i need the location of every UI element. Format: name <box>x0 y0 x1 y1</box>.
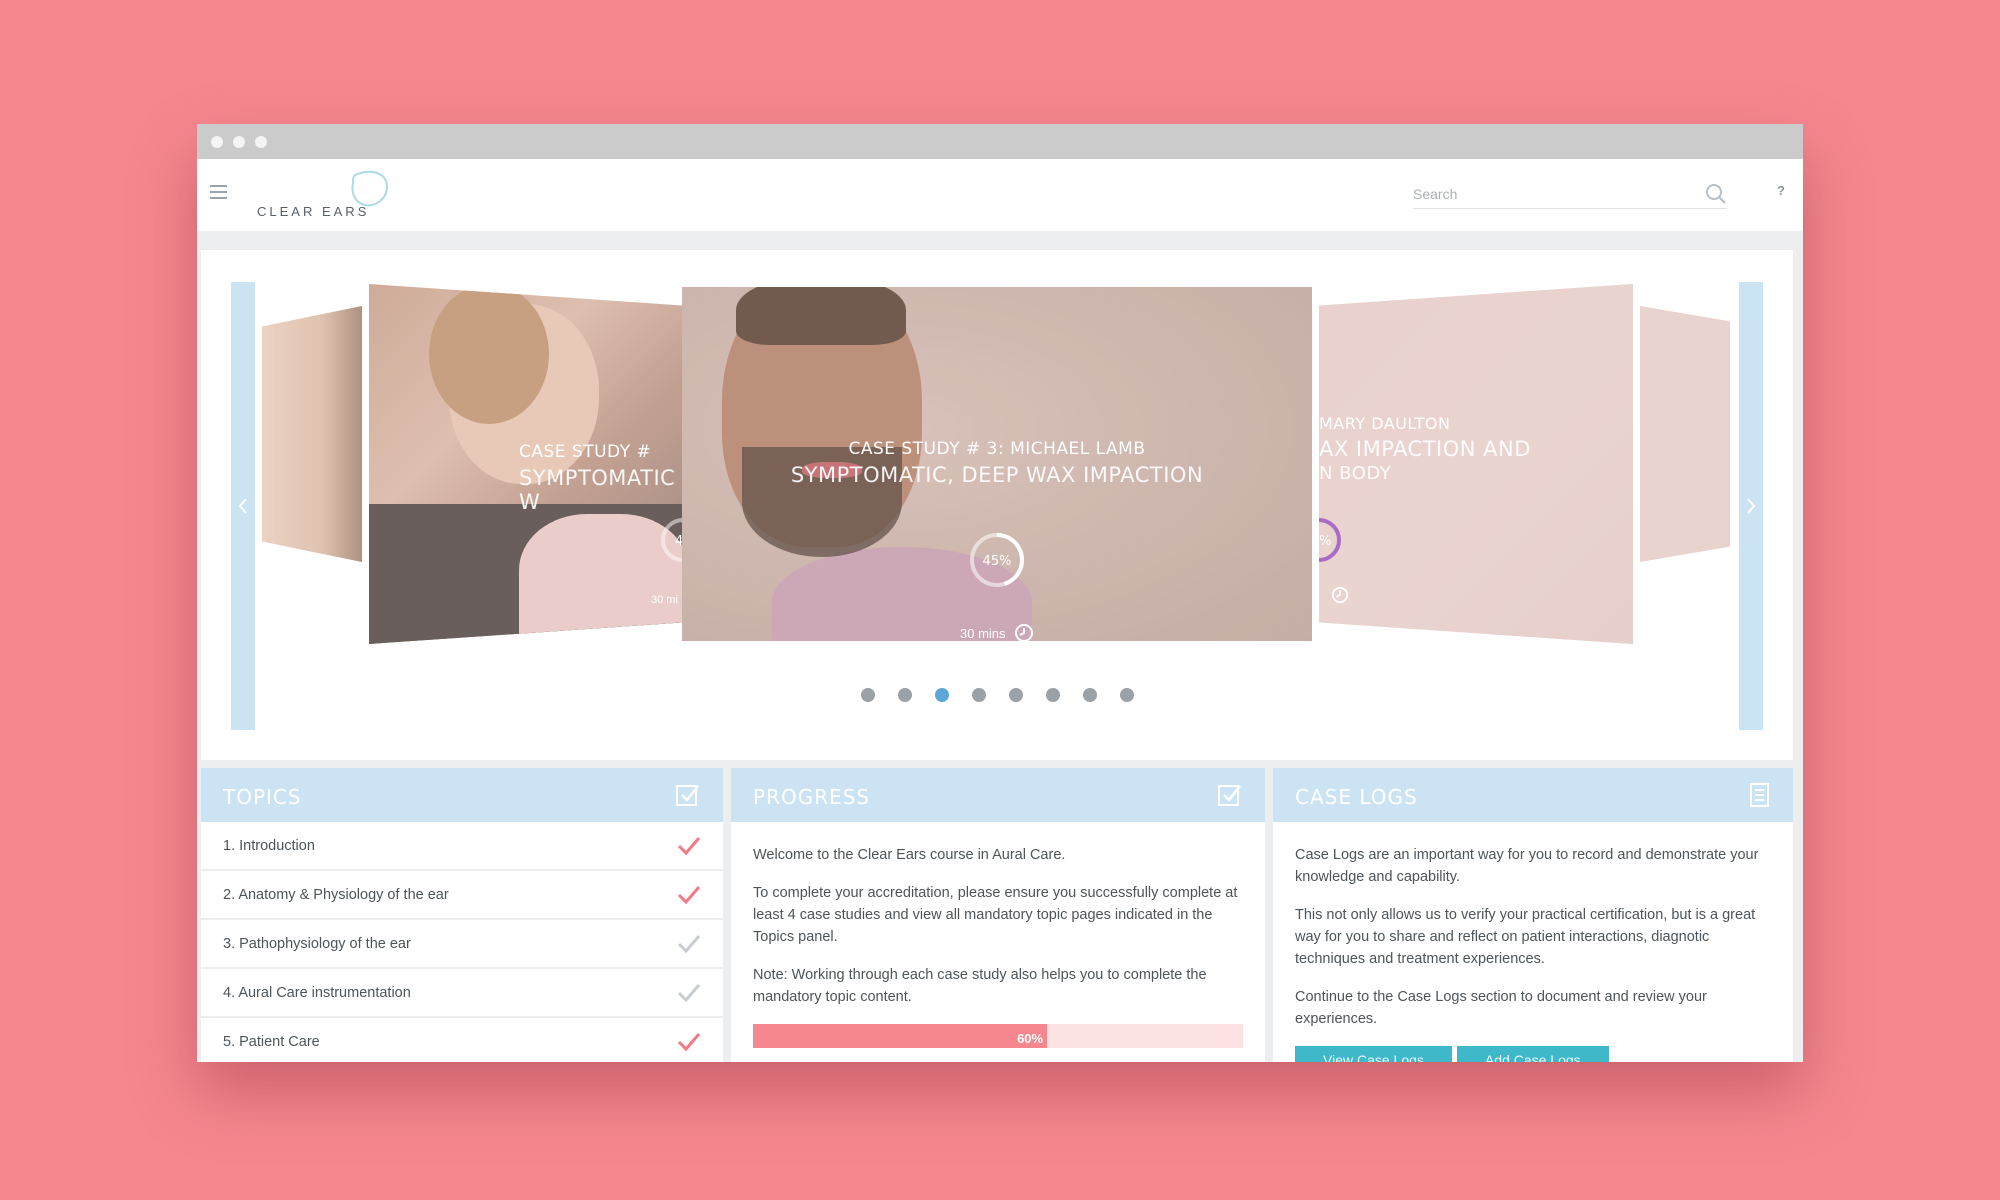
progress-panel-header: PROGRESS <box>731 768 1265 822</box>
carousel-dot[interactable] <box>860 688 875 702</box>
browser-window: CLEAR EARS ? <box>197 124 1803 1062</box>
topic-list: 1. Introduction 2. Anatomy & Physiology o… <box>201 822 723 1062</box>
case-card-main[interactable]: CASE STUDY # 3: MICHAEL LAMB SYMPTOMATIC… <box>682 287 1312 641</box>
window-minimize-dot[interactable] <box>233 135 245 148</box>
progress-welcome-text: Welcome to the Clear Ears course in Aura… <box>753 847 1066 863</box>
topic-item-label: 3. Pathophysiology of the ear <box>223 935 411 952</box>
case-card-left-subtitle: SYMPTOMATIC W <box>519 466 676 514</box>
checkmark-icon <box>677 1032 701 1051</box>
checkmark-icon <box>677 836 701 855</box>
carousel-dot[interactable] <box>1045 688 1060 702</box>
case-study-carousel: CASE STUDY # SYMPTOMATIC W 45 30 mi CASE… <box>201 250 1793 760</box>
case-card-far-right[interactable] <box>1640 306 1730 562</box>
topic-item-label: 1. Introduction <box>223 837 315 854</box>
case-card-far-left[interactable] <box>262 306 362 562</box>
case-card-right-subtitle: AX IMPACTION AND <box>1319 437 1531 461</box>
carousel-prev-button[interactable] <box>231 282 255 730</box>
progress-panel-body: Welcome to the Clear Ears course in Aura… <box>731 822 1265 1048</box>
case-card-left-progress-ring: 45 <box>661 518 683 562</box>
chevron-right-icon <box>1747 498 1756 514</box>
document-icon[interactable] <box>1749 782 1771 808</box>
carousel-dot[interactable] <box>1119 688 1134 702</box>
carousel-pagination <box>201 688 1793 702</box>
case-card-left[interactable]: CASE STUDY # SYMPTOMATIC W 45 30 mi <box>369 284 683 644</box>
case-main-label: CASE STUDY # 3: MICHAEL LAMB <box>848 439 1146 459</box>
carousel-dot[interactable] <box>1008 688 1023 702</box>
topic-item[interactable]: 5. Patient Care <box>201 1018 723 1062</box>
carousel-next-button[interactable] <box>1739 282 1763 730</box>
case-card-right-subtitle-2: N BODY <box>1319 463 1392 484</box>
case-logs-benefit-text: This not only allows us to verify your p… <box>1295 907 1756 967</box>
search-box <box>1413 181 1727 209</box>
dashboard-panels: TOPICS 1. Introduction 2. Anatomy & Physi… <box>201 768 1793 1062</box>
svg-text:%: % <box>1319 534 1331 549</box>
carousel-dot[interactable] <box>1082 688 1097 702</box>
topic-item[interactable]: 3. Pathophysiology of the ear <box>201 920 723 969</box>
view-case-logs-button[interactable]: View Case Logs <box>1295 1046 1452 1062</box>
case-card-right[interactable]: MARY DAULTON AX IMPACTION AND N BODY % <box>1319 284 1633 644</box>
chevron-left-icon <box>238 498 247 514</box>
topics-panel-header: TOPICS <box>201 768 723 822</box>
checkmark-icon <box>677 983 701 1002</box>
progress-panel: PROGRESS Welcome to the Clear Ears cours… <box>731 768 1265 1062</box>
checkbox-icon[interactable] <box>1217 782 1243 808</box>
course-progress-bar-fill <box>753 1024 1047 1048</box>
progress-note-text: Note: Working through each case study al… <box>753 967 1207 1005</box>
topic-item[interactable]: 2. Anatomy & Physiology of the ear <box>201 871 723 920</box>
case-logs-panel-title: CASE LOGS <box>1295 785 1418 809</box>
topics-panel-title: TOPICS <box>223 785 302 809</box>
case-main-progress-label: 45% <box>983 554 1012 569</box>
course-progress-bar: 60% <box>753 1024 1243 1048</box>
add-case-logs-button[interactable]: Add Case Logs <box>1456 1046 1609 1062</box>
search-input[interactable] <box>1413 181 1683 207</box>
case-card-right-label: MARY DAULTON <box>1319 414 1451 433</box>
progress-accreditation-text: To complete your accreditation, please e… <box>753 885 1238 945</box>
case-logs-panel-body: Case Logs are an important way for you t… <box>1273 822 1793 1062</box>
case-card-left-duration: 30 mi <box>651 594 678 606</box>
checkmark-icon <box>677 885 701 904</box>
topic-item-label: 4. Aural Care instrumentation <box>223 984 411 1001</box>
checkbox-icon[interactable] <box>675 782 701 808</box>
logo-text: CLEAR EARS <box>257 204 370 219</box>
course-progress-label: 60% <box>1017 1031 1044 1046</box>
topic-item-label: 2. Anatomy & Physiology of the ear <box>223 886 449 903</box>
case-logs-continue-text: Continue to the Case Logs section to doc… <box>1295 989 1707 1027</box>
topic-item-label: 5. Patient Care <box>223 1033 320 1050</box>
progress-panel-title: PROGRESS <box>753 785 871 809</box>
window-maximize-dot[interactable] <box>255 135 267 148</box>
card-right-clock-icon <box>1331 586 1349 604</box>
topic-item[interactable]: 1. Introduction <box>201 822 723 871</box>
topics-panel: TOPICS 1. Introduction 2. Anatomy & Physi… <box>201 768 723 1062</box>
clear-ears-logo[interactable]: CLEAR EARS <box>257 167 417 227</box>
window-titlebar <box>197 124 1803 159</box>
case-card-right-progress-ring: % <box>1319 518 1341 562</box>
search-icon[interactable] <box>1705 183 1727 205</box>
clock-icon <box>1014 624 1033 641</box>
app-header: CLEAR EARS ? <box>197 159 1803 231</box>
case-logs-panel-header: CASE LOGS <box>1273 768 1793 822</box>
case-logs-panel: CASE LOGS Case Logs are an important way… <box>1273 768 1793 1062</box>
case-logs-intro-text: Case Logs are an important way for you t… <box>1295 847 1759 885</box>
hamburger-menu-icon[interactable] <box>210 185 227 199</box>
checkmark-icon <box>677 934 701 953</box>
topic-item[interactable]: 4. Aural Care instrumentation <box>201 969 723 1018</box>
carousel-dot[interactable] <box>934 688 949 702</box>
carousel-dot[interactable] <box>897 688 912 702</box>
carousel-dot[interactable] <box>971 688 986 702</box>
case-main-subtitle: SYMPTOMATIC, DEEP WAX IMPACTION <box>790 463 1204 487</box>
case-main-duration: 30 mins <box>960 625 1006 641</box>
case-main-progress-ring: 45% <box>970 533 1024 587</box>
window-close-dot[interactable] <box>211 135 223 148</box>
case-card-left-label: CASE STUDY # <box>519 442 652 462</box>
help-icon[interactable]: ? <box>1777 183 1785 198</box>
